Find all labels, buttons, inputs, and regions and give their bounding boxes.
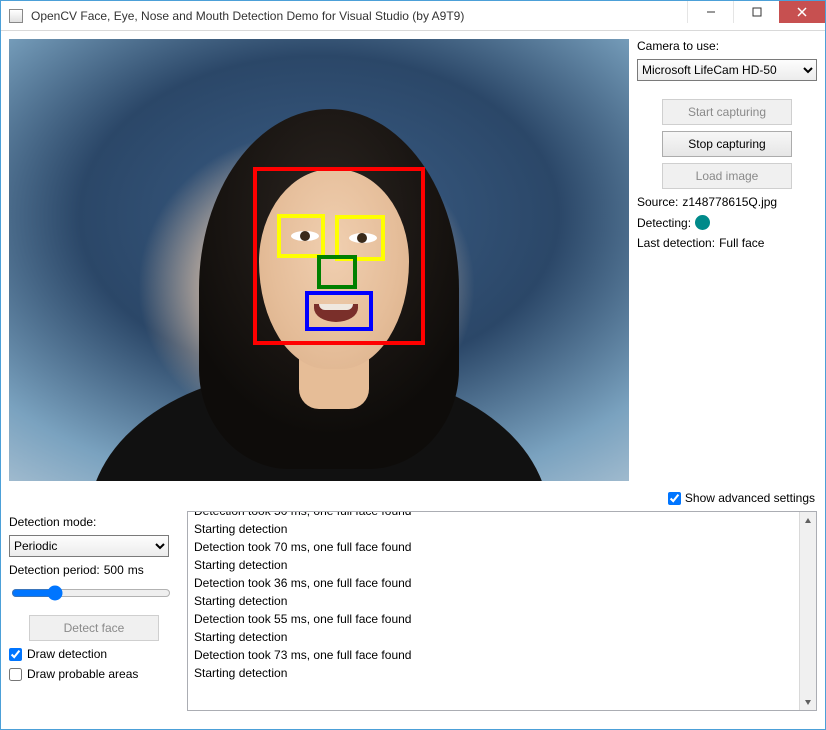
draw-detection-checkbox[interactable] bbox=[9, 648, 22, 661]
log-content: Detection took 50 ms, one full face foun… bbox=[194, 511, 796, 682]
period-row: Detection period: 500 ms bbox=[9, 563, 179, 577]
detect-face-button[interactable]: Detect face bbox=[29, 615, 159, 641]
load-image-button[interactable]: Load image bbox=[662, 163, 792, 189]
detection-box-mouth bbox=[305, 291, 373, 331]
source-value: z148778615Q.jpg bbox=[682, 195, 777, 209]
app-icon bbox=[9, 9, 23, 23]
controls-panel: Detection mode: Periodic Detection perio… bbox=[9, 511, 179, 711]
draw-probable-checkbox[interactable] bbox=[9, 668, 22, 681]
last-detection-row: Last detection: Full face bbox=[637, 236, 817, 250]
last-detection-value: Full face bbox=[719, 236, 764, 250]
log-pane: Detection took 50 ms, one full face foun… bbox=[187, 511, 817, 711]
detection-period-label: Detection period: bbox=[9, 563, 100, 577]
draw-detection-label[interactable]: Draw detection bbox=[27, 647, 107, 661]
scroll-down-icon[interactable] bbox=[800, 693, 816, 710]
camera-label: Camera to use: bbox=[637, 39, 817, 53]
scroll-up-icon[interactable] bbox=[800, 512, 816, 529]
detection-mode-label: Detection mode: bbox=[9, 515, 179, 529]
close-button[interactable] bbox=[779, 1, 825, 23]
draw-detection-row: Draw detection bbox=[9, 647, 179, 661]
detection-period-slider[interactable] bbox=[11, 585, 171, 601]
detecting-indicator-icon bbox=[695, 215, 710, 230]
start-capturing-button[interactable]: Start capturing bbox=[662, 99, 792, 125]
bottom-row: Detection mode: Periodic Detection perio… bbox=[9, 511, 817, 711]
advanced-row: Show advanced settings bbox=[9, 487, 817, 505]
window-title: OpenCV Face, Eye, Nose and Mouth Detecti… bbox=[31, 9, 687, 23]
side-panel: Camera to use: Microsoft LifeCam HD-50 S… bbox=[637, 39, 817, 481]
app-window: OpenCV Face, Eye, Nose and Mouth Detecti… bbox=[0, 0, 826, 730]
camera-select[interactable]: Microsoft LifeCam HD-50 bbox=[637, 59, 817, 81]
detection-box-nose bbox=[317, 255, 357, 289]
stop-capturing-button[interactable]: Stop capturing bbox=[662, 131, 792, 157]
video-preview bbox=[9, 39, 629, 481]
detecting-label: Detecting: bbox=[637, 216, 691, 230]
draw-probable-label[interactable]: Draw probable areas bbox=[27, 667, 138, 681]
show-advanced-checkbox[interactable] bbox=[668, 492, 681, 505]
window-controls bbox=[687, 1, 825, 23]
detection-period-unit: ms bbox=[128, 563, 144, 577]
maximize-button[interactable] bbox=[733, 1, 779, 23]
titlebar: OpenCV Face, Eye, Nose and Mouth Detecti… bbox=[1, 1, 825, 31]
last-detection-label: Last detection: bbox=[637, 236, 715, 250]
minimize-button[interactable] bbox=[687, 1, 733, 23]
detection-box-eye-left bbox=[277, 214, 325, 258]
draw-probable-row: Draw probable areas bbox=[9, 667, 179, 681]
detecting-row: Detecting: bbox=[637, 215, 817, 230]
source-row: Source: z148778615Q.jpg bbox=[637, 195, 817, 209]
source-label: Source: bbox=[637, 195, 678, 209]
top-row: Camera to use: Microsoft LifeCam HD-50 S… bbox=[9, 39, 817, 481]
show-advanced-label[interactable]: Show advanced settings bbox=[685, 491, 815, 505]
detection-mode-select[interactable]: Periodic bbox=[9, 535, 169, 557]
log-scrollbar[interactable] bbox=[799, 512, 816, 710]
detection-period-value: 500 bbox=[104, 563, 124, 577]
client-area: Camera to use: Microsoft LifeCam HD-50 S… bbox=[1, 31, 825, 729]
